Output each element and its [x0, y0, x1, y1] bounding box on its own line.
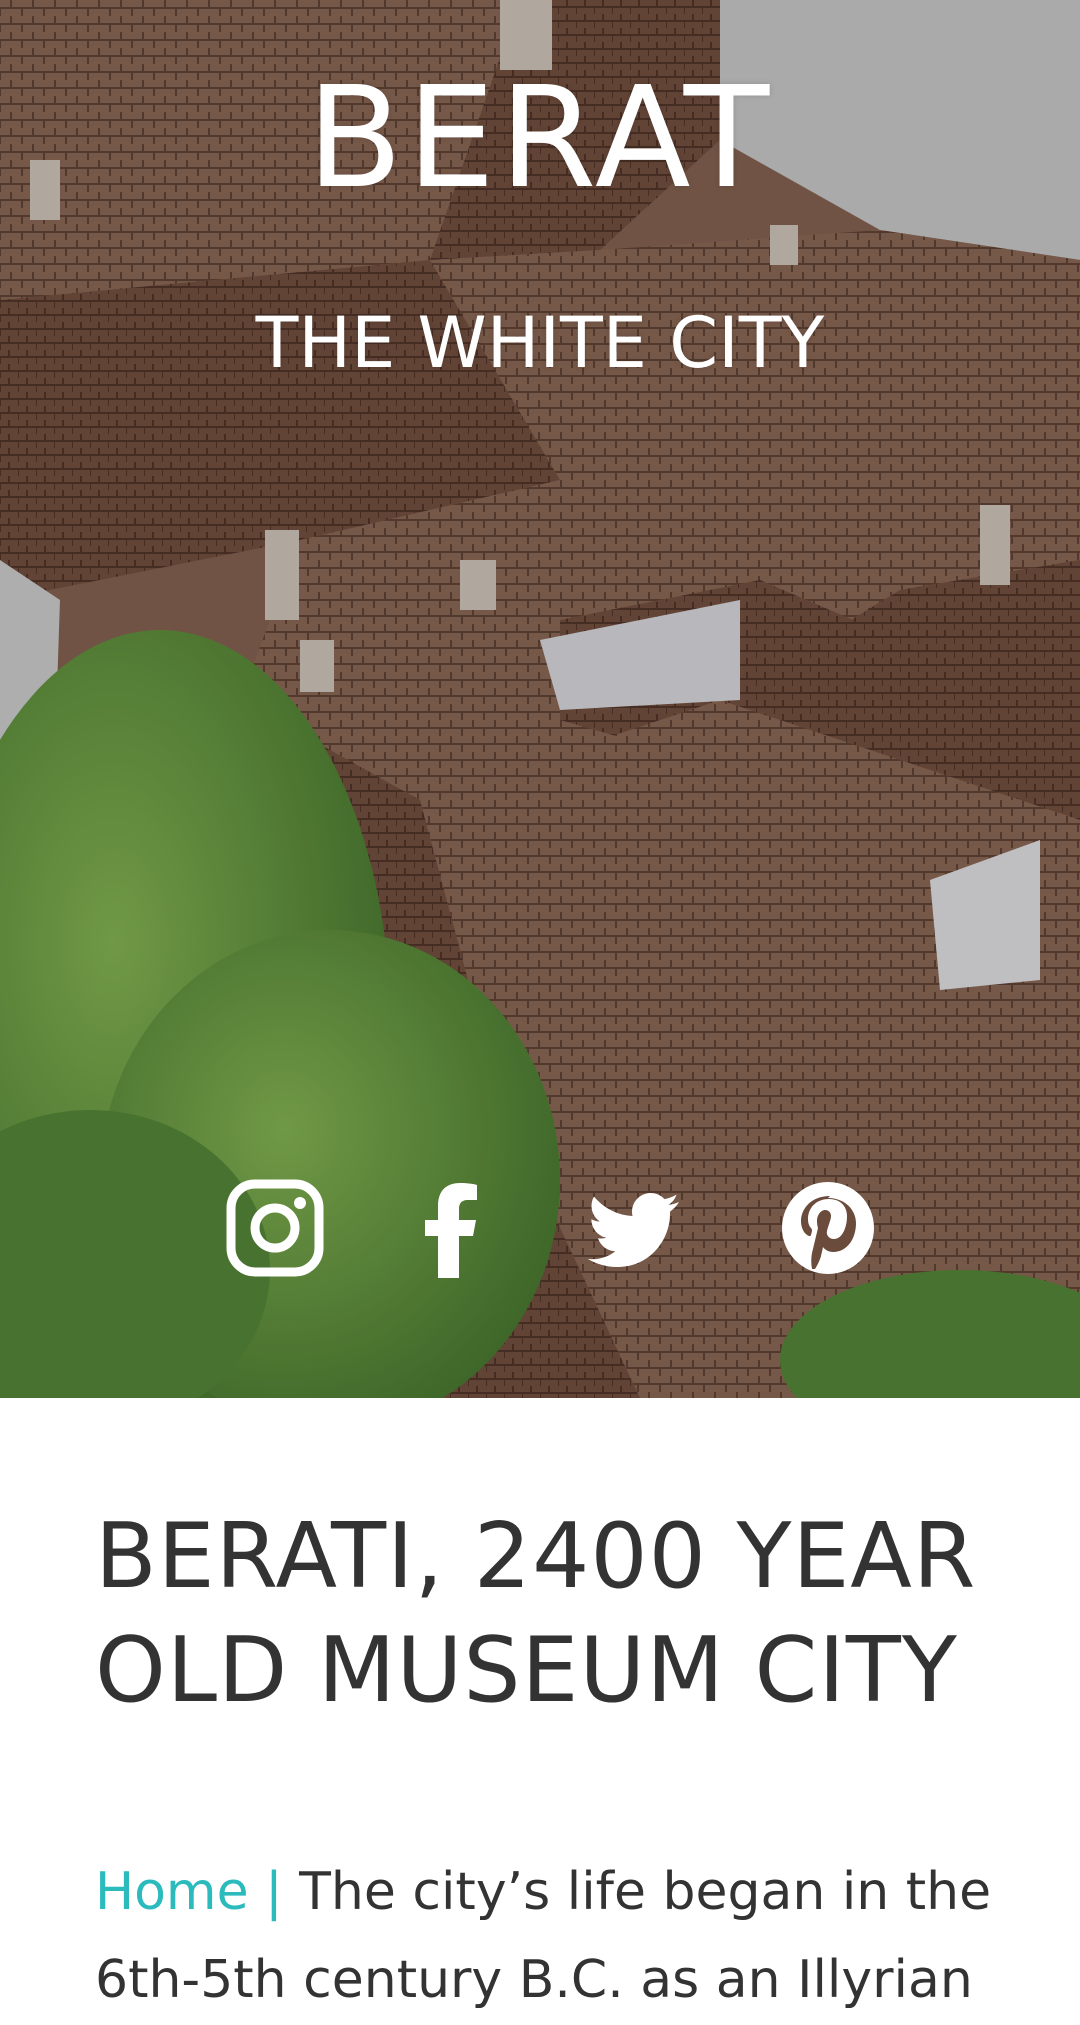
site-title: BERAT	[306, 57, 774, 220]
facebook-icon	[425, 1183, 477, 1278]
pinterest-link[interactable]	[778, 1178, 878, 1278]
article-title: BERATI, 2400 YEAR OLD MUSEUM CITY	[95, 1504, 977, 1724]
instagram-link[interactable]	[225, 1178, 325, 1278]
hero-banner: BERAT THE WHITE CITY	[0, 0, 1080, 1398]
instagram-icon	[226, 1179, 324, 1277]
twitter-icon	[587, 1193, 679, 1267]
article-intro: Home | The city’s life began in the 6th-…	[95, 1848, 1005, 2025]
social-links	[0, 1178, 1080, 1278]
breadcrumb-home-link[interactable]: Home |	[95, 1862, 283, 1922]
pinterest-icon	[782, 1182, 874, 1274]
article-section: BERATI, 2400 YEAR OLD MUSEUM CITY Home |…	[0, 1398, 1080, 2022]
facebook-link[interactable]	[403, 1178, 503, 1278]
twitter-link[interactable]	[583, 1178, 683, 1278]
site-subtitle: THE WHITE CITY	[255, 302, 825, 384]
